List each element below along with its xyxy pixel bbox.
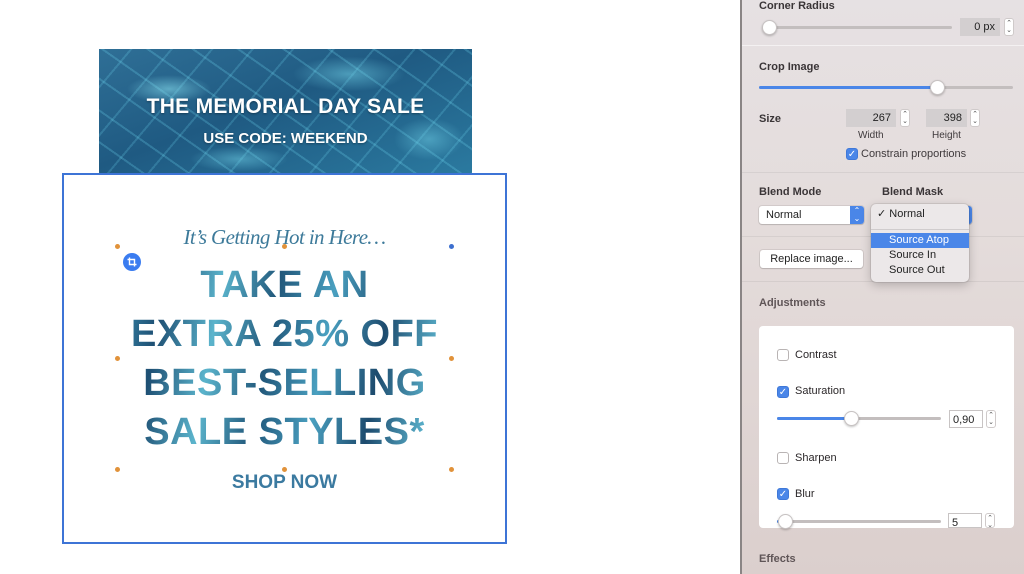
corner-radius-field[interactable]: 0 px bbox=[960, 18, 1000, 36]
chevron-updown-icon: ⌃ ⌄ bbox=[850, 206, 864, 224]
blur-slider-thumb[interactable] bbox=[778, 514, 793, 529]
resize-handle-right[interactable] bbox=[449, 356, 454, 361]
crop-image-slider[interactable] bbox=[759, 80, 1013, 95]
blend-mode-label: Blend Mode bbox=[759, 186, 822, 198]
constrain-proportions-checkbox[interactable]: ✓ bbox=[846, 148, 858, 160]
sharpen-label: Sharpen bbox=[795, 452, 837, 464]
menu-item-normal[interactable]: ✓ Normal bbox=[871, 207, 969, 222]
saturation-field[interactable]: 0,90 bbox=[949, 410, 983, 428]
blur-field[interactable]: 5 bbox=[948, 513, 982, 528]
menu-item-label: Normal bbox=[889, 208, 925, 220]
crop-image-slider-fill bbox=[759, 86, 937, 89]
blur-checkbox[interactable]: ✓ bbox=[777, 488, 789, 500]
corner-radius-stepper[interactable]: ⌃ ⌄ bbox=[1004, 18, 1014, 36]
blend-mode-value: Normal bbox=[766, 209, 802, 221]
saturation-checkbox[interactable]: ✓ bbox=[777, 386, 789, 398]
width-stepper[interactable]: ⌃ ⌄ bbox=[900, 109, 910, 127]
contrast-label: Contrast bbox=[795, 349, 837, 361]
height-field[interactable]: 398 bbox=[926, 109, 967, 127]
headline-line: EXTRA 25% OFF bbox=[130, 313, 439, 355]
resize-handle-bottom-left[interactable] bbox=[115, 467, 120, 472]
card-headline: TAKE AN EXTRA 25% OFF BEST-SELLING SALE … bbox=[64, 261, 505, 457]
selected-image-frame[interactable]: It’s Getting Hot in Here… TAKE AN EXTRA … bbox=[62, 173, 507, 544]
adjustments-label: Adjustments bbox=[759, 297, 826, 309]
resize-handle-top-left[interactable] bbox=[115, 244, 120, 249]
saturation-slider[interactable] bbox=[777, 411, 941, 426]
effects-label: Effects bbox=[759, 553, 796, 565]
banner-title: THE MEMORIAL DAY SALE bbox=[146, 95, 425, 118]
saturation-label: Saturation bbox=[795, 385, 846, 397]
resize-handle-bottom[interactable] bbox=[282, 467, 287, 472]
height-label: Height bbox=[932, 130, 961, 141]
size-label: Size bbox=[759, 113, 782, 125]
width-label: Width bbox=[858, 130, 884, 141]
saturation-stepper[interactable]: ⌃ ⌄ bbox=[986, 410, 996, 428]
blend-mode-select[interactable]: Normal ⌃ ⌄ bbox=[759, 206, 864, 224]
menu-item-source-in[interactable]: Source In bbox=[871, 248, 969, 263]
height-stepper[interactable]: ⌃ ⌄ bbox=[970, 109, 980, 127]
resize-handle-left[interactable] bbox=[115, 356, 120, 361]
replace-image-button[interactable]: Replace image... bbox=[760, 250, 863, 268]
corner-radius-slider-thumb[interactable] bbox=[762, 20, 777, 35]
crop-icon bbox=[127, 257, 137, 267]
saturation-slider-thumb[interactable] bbox=[844, 411, 859, 426]
shop-now-link[interactable]: SHOP NOW bbox=[64, 472, 505, 494]
width-field[interactable]: 267 bbox=[846, 109, 896, 127]
blur-label: Blur bbox=[795, 488, 815, 500]
crop-image-slider-thumb[interactable] bbox=[930, 80, 945, 95]
headline-line: BEST-SELLING bbox=[143, 362, 426, 404]
banner-promo-code: USE CODE: WEEKEND bbox=[203, 130, 368, 147]
menu-item-source-out[interactable]: Source Out bbox=[871, 263, 969, 278]
divider bbox=[742, 45, 1024, 46]
resize-handle-bottom-right[interactable] bbox=[449, 467, 454, 472]
divider bbox=[742, 172, 1024, 173]
crop-button[interactable] bbox=[123, 253, 141, 271]
menu-separator bbox=[871, 229, 969, 230]
corner-radius-label: Corner Radius bbox=[759, 0, 835, 12]
contrast-checkbox[interactable] bbox=[777, 349, 789, 361]
sharpen-checkbox[interactable] bbox=[777, 452, 789, 464]
crop-image-label: Crop Image bbox=[759, 61, 820, 73]
corner-radius-slider[interactable] bbox=[762, 20, 952, 35]
saturation-slider-fill bbox=[777, 417, 851, 420]
menu-item-source-atop[interactable]: Source Atop bbox=[871, 233, 969, 248]
resize-handle-top[interactable] bbox=[282, 244, 287, 249]
blur-stepper[interactable]: ⌃ ⌄ bbox=[985, 513, 995, 528]
headline-line: SALE STYLES* bbox=[144, 411, 425, 453]
blend-mask-label: Blend Mask bbox=[882, 186, 944, 198]
blend-mask-menu: ✓ Normal Source Atop Source In Source Ou… bbox=[871, 204, 969, 282]
banner-image[interactable]: THE MEMORIAL DAY SALE USE CODE: WEEKEND bbox=[99, 49, 472, 175]
checkmark-icon: ✓ bbox=[877, 208, 890, 220]
design-canvas[interactable]: THE MEMORIAL DAY SALE USE CODE: WEEKEND … bbox=[0, 0, 740, 574]
resize-handle-top-right[interactable] bbox=[449, 244, 454, 249]
constrain-proportions-label: Constrain proportions bbox=[861, 148, 967, 160]
blur-slider[interactable] bbox=[777, 514, 941, 529]
